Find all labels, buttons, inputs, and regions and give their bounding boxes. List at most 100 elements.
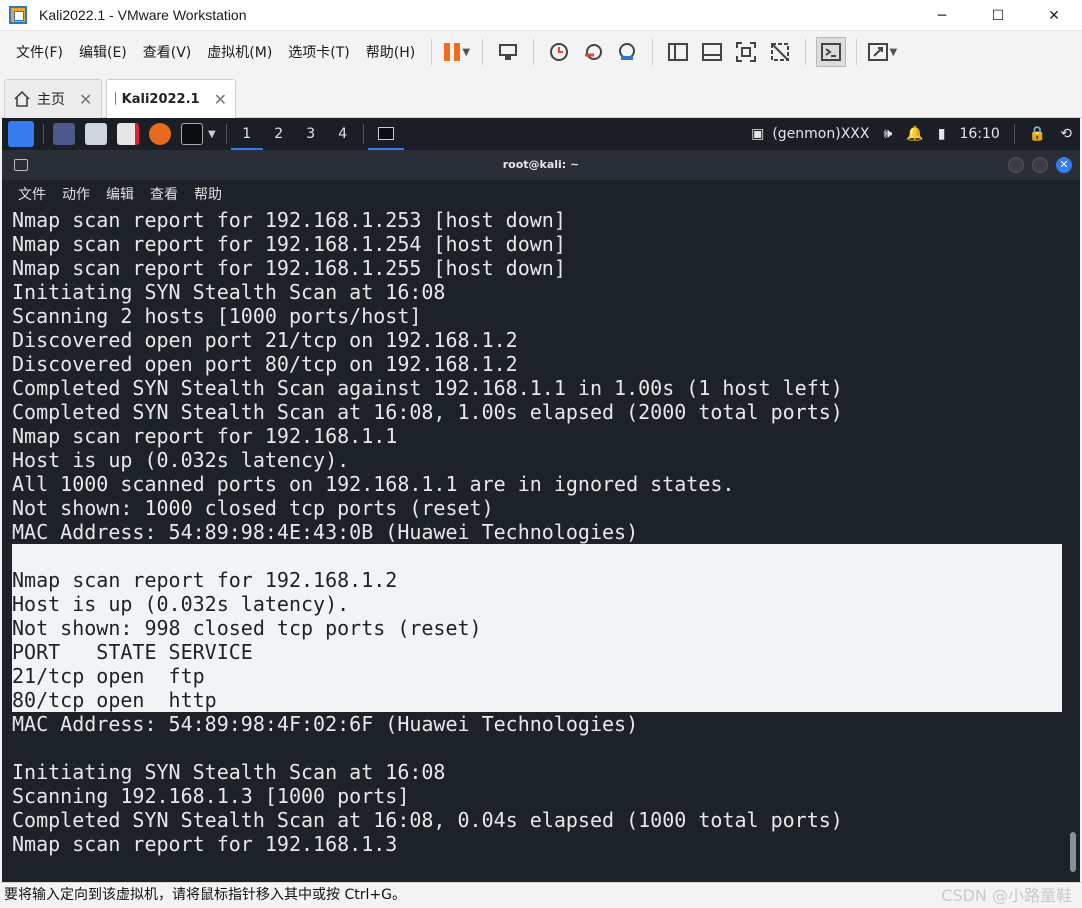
battery-icon[interactable]: ▮: [938, 126, 946, 142]
send-ctrl-alt-del-button[interactable]: [493, 37, 523, 67]
stretch-button[interactable]: ▼: [867, 37, 897, 67]
terminal-menubar: 文件 动作 编辑 查看 帮助: [2, 180, 1080, 208]
tab-kali[interactable]: Kali2022.1 ✕: [106, 79, 236, 118]
terminal-titlebar: root@kali: ~ ✕: [2, 150, 1080, 180]
volume-icon[interactable]: 🕪: [883, 126, 892, 142]
terminal-line: Completed SYN Stealth Scan at 16:08, 0.0…: [12, 808, 843, 832]
taskbar-terminal-window[interactable]: [367, 118, 404, 150]
notification-bell-icon[interactable]: 🔔: [906, 126, 923, 142]
workspace-4[interactable]: 4: [327, 118, 359, 150]
tab-kali-label: Kali2022.1: [121, 91, 200, 107]
terminal-line: PORT STATE SERVICE: [12, 640, 1062, 664]
close-icon[interactable]: ✕: [214, 90, 227, 109]
toolbar-divider: [482, 39, 484, 65]
terminal-menu-actions[interactable]: 动作: [54, 184, 98, 204]
terminal-line: Nmap scan report for 192.168.1.1: [12, 424, 398, 448]
menu-help[interactable]: 帮助(H): [358, 38, 423, 66]
terminal-close-button[interactable]: ✕: [1056, 157, 1072, 173]
terminal-menu-help[interactable]: 帮助: [186, 184, 230, 204]
keyboard-icon: [499, 44, 518, 60]
minimize-button[interactable]: [1008, 157, 1024, 173]
vm-icon: [115, 92, 116, 105]
terminal-line: Discovered open port 21/tcp on 192.168.1…: [12, 328, 518, 352]
terminal-line: Nmap scan report for 192.168.1.2: [12, 568, 1062, 592]
text-editor-icon[interactable]: [117, 123, 139, 145]
terminal-output[interactable]: Nmap scan report for 192.168.1.253 [host…: [2, 208, 1062, 882]
scrollbar-thumb[interactable]: [1070, 832, 1076, 872]
lock-icon[interactable]: 🔒: [1029, 126, 1046, 142]
monitor-icon[interactable]: ▣: [751, 126, 764, 142]
stretch-icon: [868, 43, 888, 61]
terminal-line: 21/tcp open ftp: [12, 664, 1062, 688]
terminal-line: Nmap scan report for 192.168.1.255 [host…: [12, 256, 566, 280]
toolbar-divider: [805, 39, 807, 65]
terminal-line-wrapper: MAC Address: 54:89:98:4F:02:6F (Huawei T…: [12, 712, 1062, 736]
snapshot-manager-button[interactable]: [612, 37, 642, 67]
terminal-menu-view[interactable]: 查看: [142, 184, 186, 204]
tab-home[interactable]: 主页 ✕: [4, 79, 102, 118]
status-text: 要将输入定向到该虚拟机，请将鼠标指针移入其中或按 Ctrl+G。: [4, 887, 406, 903]
terminal-line: Completed SYN Stealth Scan at 16:08, 1.0…: [12, 400, 843, 424]
unity-button[interactable]: [765, 37, 795, 67]
terminal-icon: [14, 159, 28, 171]
menu-view[interactable]: 查看(V): [135, 38, 200, 66]
kali-menu-icon[interactable]: [8, 121, 34, 147]
window-controls: ─ ☐ ✕: [914, 0, 1082, 31]
fullscreen-button[interactable]: [731, 37, 761, 67]
home-icon: [14, 90, 30, 107]
workspace-2[interactable]: 2: [263, 118, 295, 150]
firefox-icon[interactable]: [149, 123, 171, 145]
terminal-line: Nmap scan report for 192.168.1.253 [host…: [12, 208, 566, 232]
terminal-line: Initiating SYN Stealth Scan at 16:08: [12, 760, 446, 784]
clock[interactable]: 16:10: [959, 126, 999, 142]
revert-icon: [585, 44, 603, 60]
chevron-down-icon: ▼: [462, 46, 471, 58]
snapshot-manager-icon: [619, 43, 636, 60]
menu-tabs[interactable]: 选项卡(T): [280, 38, 357, 66]
maximize-button[interactable]: ☐: [970, 0, 1026, 31]
terminal-line: Nmap scan report for 192.168.1.3: [12, 832, 398, 856]
pause-icon: [444, 43, 461, 61]
vm-display[interactable]: ▼ 1 2 3 4 ▣ (genmon)XXX 🕪 🔔 ▮ 16:10 🔒 ⟲ …: [2, 118, 1080, 882]
close-button[interactable]: ✕: [1026, 0, 1082, 31]
console-view-button[interactable]: [816, 37, 847, 67]
terminal-icon: [821, 43, 842, 61]
window-title: Kali2022.1 - VMware Workstation: [39, 7, 247, 23]
snapshot-icon: [550, 43, 569, 61]
terminal-line: Not shown: 998 closed tcp ports (reset): [12, 616, 1062, 640]
chevron-down-icon[interactable]: ▼: [208, 129, 216, 140]
terminal-window[interactable]: root@kali: ~ ✕ 文件 动作 编辑 查看 帮助 Nmap scan …: [2, 150, 1080, 882]
terminal-line: Host is up (0.032s latency).: [12, 448, 350, 472]
toolbar-divider: [533, 39, 535, 65]
menu-file[interactable]: 文件(F): [8, 38, 71, 66]
logout-icon[interactable]: ⟲: [1060, 126, 1072, 142]
workspace-1[interactable]: 1: [230, 118, 263, 150]
file-manager-icon[interactable]: [85, 123, 107, 145]
workspace-3[interactable]: 3: [295, 118, 327, 150]
revert-snapshot-button[interactable]: [578, 37, 608, 67]
show-desktop-icon[interactable]: [53, 123, 75, 145]
unity-icon: [771, 43, 790, 61]
pause-button[interactable]: ▼: [442, 37, 472, 67]
panel-tray: ▣ (genmon)XXX 🕪 🔔 ▮ 16:10 🔒 ⟲: [751, 118, 1072, 150]
toolbar-divider: [431, 39, 433, 65]
terminal-line: Not shown: 1000 closed tcp ports (reset): [12, 496, 494, 520]
terminal-line: Nmap scan report for 192.168.1.254 [host…: [12, 232, 566, 256]
menu-edit[interactable]: 编辑(E): [71, 38, 135, 66]
snapshot-button[interactable]: [544, 37, 574, 67]
status-bar: 要将输入定向到该虚拟机，请将鼠标指针移入其中或按 Ctrl+G。 CSDN @小…: [0, 882, 1082, 908]
terminal-line: Initiating SYN Stealth Scan at 16:08: [12, 280, 446, 304]
minimize-button[interactable]: ─: [914, 0, 970, 31]
terminal-menu-file[interactable]: 文件: [10, 184, 54, 204]
tab-home-label: 主页: [37, 92, 65, 108]
thumbnail-bar-button[interactable]: [697, 37, 727, 67]
terminal-launcher-icon[interactable]: [181, 123, 203, 145]
panel-divider: [43, 124, 44, 144]
terminal-menu-edit[interactable]: 编辑: [98, 184, 142, 204]
close-icon[interactable]: ✕: [79, 90, 92, 109]
maximize-button[interactable]: [1032, 157, 1048, 173]
fullscreen-icon: [736, 42, 757, 62]
library-button[interactable]: [663, 37, 693, 67]
menu-vm[interactable]: 虚拟机(M): [199, 38, 280, 66]
